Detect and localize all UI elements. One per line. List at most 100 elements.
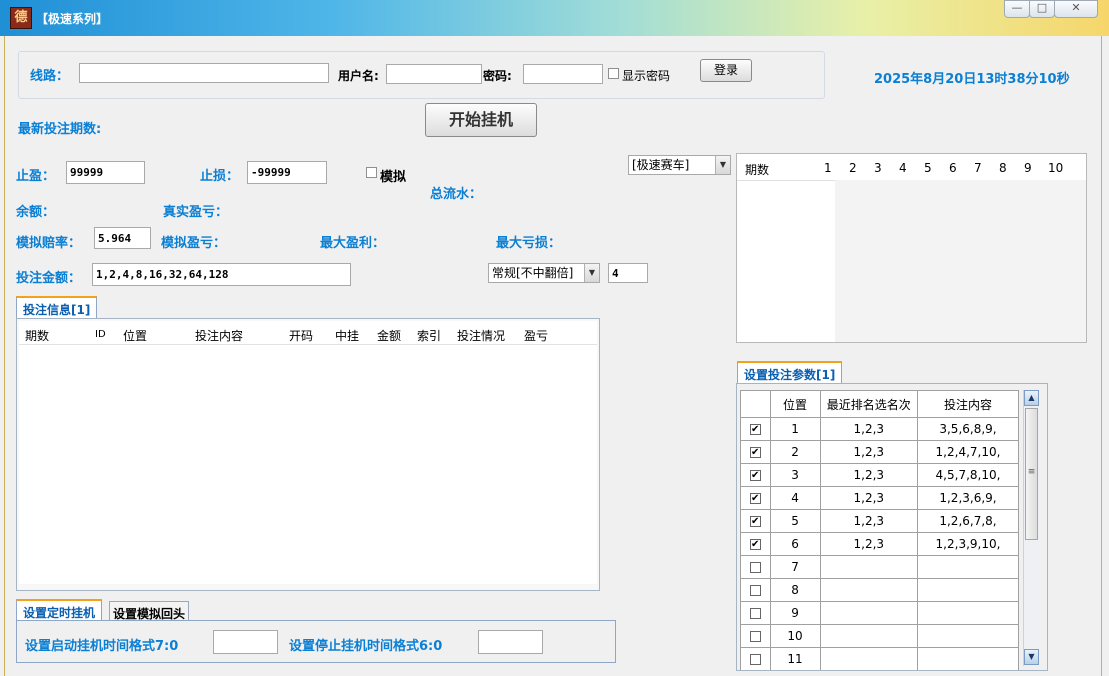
show-password-checkbox[interactable] (608, 68, 619, 79)
checkbox-checked-icon[interactable]: ✔ (749, 424, 761, 435)
stop-time-input[interactable] (478, 630, 543, 654)
params-row-position[interactable]: 4 (769, 486, 821, 510)
simulate-checkbox[interactable] (366, 167, 377, 178)
params-row[interactable]: 9 (740, 601, 1020, 625)
params-row-content[interactable]: 1,2,4,7,10, (916, 440, 1020, 464)
close-button[interactable]: ✕ (1054, 0, 1098, 18)
checkbox-unchecked-icon[interactable] (749, 562, 761, 573)
params-row-rank[interactable]: 1,2,3 (819, 532, 918, 556)
results-grid[interactable]: 期数 1 2 3 4 5 6 7 8 9 10 (736, 153, 1087, 343)
login-button[interactable]: 登录 (700, 59, 752, 82)
params-grid[interactable]: 位置 最近排名选名次 投注内容 ✔ 1 1,2,3 3,5,6,8,9, ✔ 2 1,2,3… (740, 390, 1020, 670)
params-row-rank[interactable] (819, 578, 918, 602)
params-row[interactable]: ✔ 6 1,2,3 1,2,3,9,10, (740, 532, 1020, 556)
checkbox-unchecked-icon[interactable] (749, 654, 761, 665)
params-row-position[interactable]: 1 (769, 417, 821, 441)
params-row-check-cell[interactable]: ✔ (740, 417, 771, 441)
tab-bet-params[interactable]: 设置投注参数[1] (737, 361, 843, 384)
checkbox-checked-icon[interactable]: ✔ (749, 493, 761, 504)
params-row[interactable]: 8 (740, 578, 1020, 602)
params-row-content[interactable] (916, 624, 1020, 648)
checkbox-unchecked-icon[interactable] (749, 585, 761, 596)
checkbox-checked-icon[interactable]: ✔ (749, 516, 761, 527)
params-row-content[interactable]: 4,5,7,8,10, (916, 463, 1020, 487)
params-row-position[interactable]: 8 (769, 578, 821, 602)
params-row-check-cell[interactable] (740, 624, 771, 648)
maximize-button[interactable]: □ (1029, 0, 1055, 18)
params-row-check-cell[interactable]: ✔ (740, 463, 771, 487)
results-col-5: 5 (924, 161, 932, 175)
params-row-rank[interactable]: 1,2,3 (819, 486, 918, 510)
checkbox-checked-icon[interactable]: ✔ (749, 539, 761, 550)
checkbox-checked-icon[interactable]: ✔ (749, 470, 761, 481)
params-row-content[interactable]: 1,2,3,6,9, (916, 486, 1020, 510)
start-button[interactable]: 开始挂机 (425, 103, 537, 137)
col-amount: 金额 (377, 329, 402, 343)
params-row[interactable]: ✔ 2 1,2,3 1,2,4,7,10, (740, 440, 1020, 464)
params-row[interactable]: 7 (740, 555, 1020, 579)
password-input[interactable] (523, 64, 603, 84)
checkbox-unchecked-icon[interactable] (749, 631, 761, 642)
params-row-position[interactable]: 10 (769, 624, 821, 648)
params-row-position[interactable]: 5 (769, 509, 821, 533)
bet-amount-input[interactable] (92, 263, 351, 286)
params-row[interactable]: ✔ 3 1,2,3 4,5,7,8,10, (740, 463, 1020, 487)
params-row-check-cell[interactable]: ✔ (740, 532, 771, 556)
params-row-content[interactable] (916, 578, 1020, 602)
col-hit: 中挂 (335, 329, 360, 343)
minimize-button[interactable]: — (1004, 0, 1030, 18)
params-row-rank[interactable]: 1,2,3 (819, 509, 918, 533)
start-time-input[interactable] (213, 630, 278, 654)
params-row[interactable]: ✔ 5 1,2,3 1,2,6,7,8, (740, 509, 1020, 533)
params-row-rank[interactable] (819, 647, 918, 670)
params-row-content[interactable]: 1,2,6,7,8, (916, 509, 1020, 533)
params-row-rank[interactable]: 1,2,3 (819, 417, 918, 441)
params-row-position[interactable]: 6 (769, 532, 821, 556)
params-row-rank[interactable] (819, 624, 918, 648)
params-row[interactable]: 10 (740, 624, 1020, 648)
stop-loss-input[interactable] (247, 161, 327, 184)
params-row-content[interactable]: 1,2,3,9,10, (916, 532, 1020, 556)
params-row-rank[interactable] (819, 555, 918, 579)
params-row[interactable]: ✔ 4 1,2,3 1,2,3,6,9, (740, 486, 1020, 510)
params-row-check-cell[interactable] (740, 647, 771, 670)
scroll-thumb[interactable]: ≡ (1025, 408, 1038, 540)
params-row-position[interactable]: 11 (769, 647, 821, 670)
mode-number-input[interactable] (608, 263, 648, 283)
params-row-rank[interactable] (819, 601, 918, 625)
tab-schedule-replay[interactable]: 设置模拟回头 (109, 601, 190, 621)
sim-odds-input[interactable] (94, 227, 151, 249)
params-row-check-cell[interactable]: ✔ (740, 440, 771, 464)
params-row-content[interactable] (916, 647, 1020, 670)
username-input[interactable] (386, 64, 482, 84)
params-row-position[interactable]: 9 (769, 601, 821, 625)
stop-profit-input[interactable] (66, 161, 145, 184)
params-row-content[interactable] (916, 601, 1020, 625)
params-row-position[interactable]: 7 (769, 555, 821, 579)
params-row-check-cell[interactable] (740, 578, 771, 602)
params-row-rank[interactable]: 1,2,3 (819, 440, 918, 464)
params-row-check-cell[interactable]: ✔ (740, 486, 771, 510)
params-col-check (740, 390, 771, 418)
params-row-check-cell[interactable] (740, 555, 771, 579)
checkbox-unchecked-icon[interactable] (749, 608, 761, 619)
game-select[interactable]: [极速赛车] ▼ (628, 155, 731, 175)
scroll-down-icon[interactable]: ▼ (1024, 649, 1039, 665)
tab-bet-info[interactable]: 投注信息[1] (16, 296, 98, 319)
scroll-up-icon[interactable]: ▲ (1024, 390, 1039, 406)
checkbox-checked-icon[interactable]: ✔ (749, 447, 761, 458)
params-row-rank[interactable]: 1,2,3 (819, 463, 918, 487)
bet-info-list[interactable]: 期数 ID 位置 投注内容 开码 中挂 金额 索引 投注情况 盈亏 (19, 321, 597, 584)
params-row-check-cell[interactable] (740, 601, 771, 625)
params-row-check-cell[interactable]: ✔ (740, 509, 771, 533)
params-row-position[interactable]: 3 (769, 463, 821, 487)
params-row[interactable]: 11 (740, 647, 1020, 670)
tab-schedule-timer[interactable]: 设置定时挂机 (16, 599, 103, 621)
params-row[interactable]: ✔ 1 1,2,3 3,5,6,8,9, (740, 417, 1020, 441)
params-scrollbar[interactable]: ▲ ≡ ▼ (1023, 390, 1039, 666)
params-row-position[interactable]: 2 (769, 440, 821, 464)
params-row-content[interactable] (916, 555, 1020, 579)
line-input[interactable] (79, 63, 329, 83)
params-row-content[interactable]: 3,5,6,8,9, (916, 417, 1020, 441)
mode-select[interactable]: 常规[不中翻倍] ▼ (488, 263, 600, 283)
